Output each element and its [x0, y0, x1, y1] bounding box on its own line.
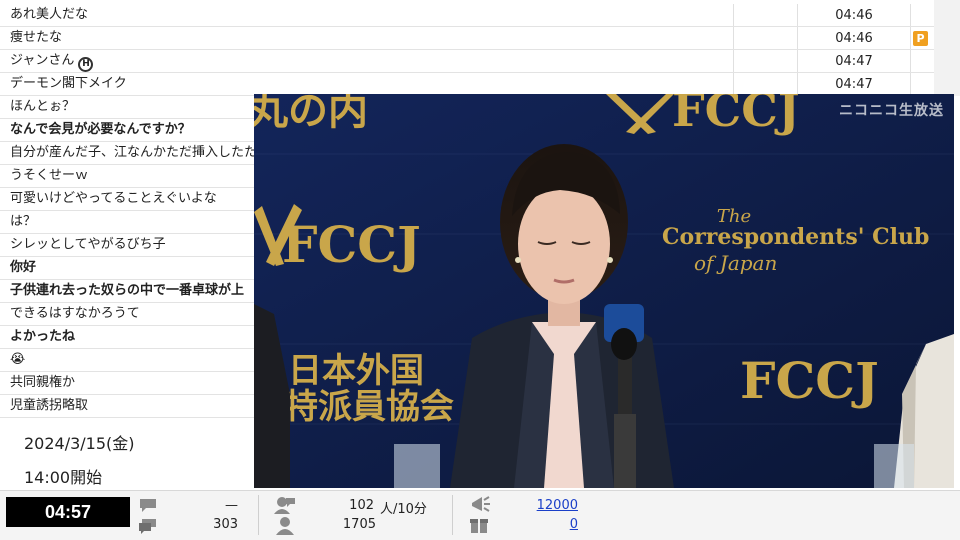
elapsed-time: 04:57	[6, 497, 130, 527]
backdrop-logo-mid: FCCJ	[282, 215, 421, 274]
glass-right	[874, 444, 914, 488]
comment-text: デーモン閣下メイク	[10, 76, 127, 91]
comment-user-cell	[733, 27, 797, 49]
comment-rate-icon	[140, 499, 156, 512]
nico-watermark: ニコニコ生放送	[839, 103, 944, 119]
backdrop-logo-bottom: FCCJ	[740, 351, 879, 410]
comment-time: 04:47	[797, 50, 910, 72]
backdrop-logo-top: FCCJ	[672, 94, 800, 137]
viewer-rate-unit: 人/10分	[380, 502, 427, 517]
gift-points-link[interactable]: 0	[510, 517, 578, 532]
comment-user-cell	[733, 4, 797, 26]
speaker-face	[518, 184, 610, 304]
broadcast-start-time: 14:00開始	[24, 468, 103, 487]
ad-points-link[interactable]: 12000	[510, 498, 578, 513]
divider	[452, 495, 453, 535]
viewer-total-icon	[276, 517, 294, 535]
divider	[258, 495, 259, 535]
comment-user-cell	[733, 73, 797, 95]
comment-row[interactable]: 痩せたな 04:46 P	[0, 27, 934, 50]
comment-flag-cell	[910, 50, 934, 72]
club-line-3: of Japan	[694, 251, 777, 275]
comment-row[interactable]: デーモン閣下メイク 04:47	[0, 73, 934, 96]
ad-megaphone-icon	[472, 496, 490, 512]
premium-badge-icon: P	[913, 31, 928, 46]
club-line-2: Correspondents' Club	[662, 224, 929, 250]
video-player[interactable]: 丸の内 FCCJ FCCJ The Correspondents' Club o…	[254, 94, 954, 488]
comment-row[interactable]: ジャンさん H 04:47	[0, 50, 934, 73]
video-frame: 丸の内 FCCJ FCCJ The Correspondents' Club o…	[254, 94, 954, 488]
comment-user-cell	[733, 50, 797, 72]
comment-flag-cell	[910, 73, 934, 95]
kanji-line-2: 特派員協会	[284, 387, 454, 427]
comment-time: 04:46	[797, 27, 910, 49]
scrollbar[interactable]	[934, 0, 960, 96]
comment-total: 303	[213, 517, 238, 532]
comment-rate: —	[225, 498, 238, 513]
backdrop-text-marunouchi: 丸の内	[254, 94, 368, 134]
comment-row[interactable]: あれ美人だな 04:46	[0, 4, 934, 27]
glass-left	[394, 444, 440, 488]
comment-time: 04:47	[797, 73, 910, 95]
comment-total-icon	[139, 519, 156, 534]
kanji-line-1: 日本外国	[288, 351, 424, 391]
comment-time: 04:46	[797, 4, 910, 26]
viewer-rate: 102	[349, 498, 374, 513]
gift-icon	[470, 519, 488, 533]
status-bar: 04:57 — 303 102 人/10分 1705 12000 0	[0, 490, 960, 540]
comment-text: 痩せたな	[10, 30, 63, 45]
comment-flag-cell	[910, 4, 934, 26]
broadcast-date: 2024/3/15(金)	[24, 434, 135, 453]
viewer-rate-icon	[274, 497, 295, 514]
comment-text: あれ美人だな	[10, 7, 89, 22]
hidden-user-icon: H	[78, 57, 94, 72]
comment-flag-cell: P	[910, 27, 934, 49]
comment-text: ジャンさん H	[0, 50, 733, 72]
viewer-total: 1705	[342, 517, 376, 532]
